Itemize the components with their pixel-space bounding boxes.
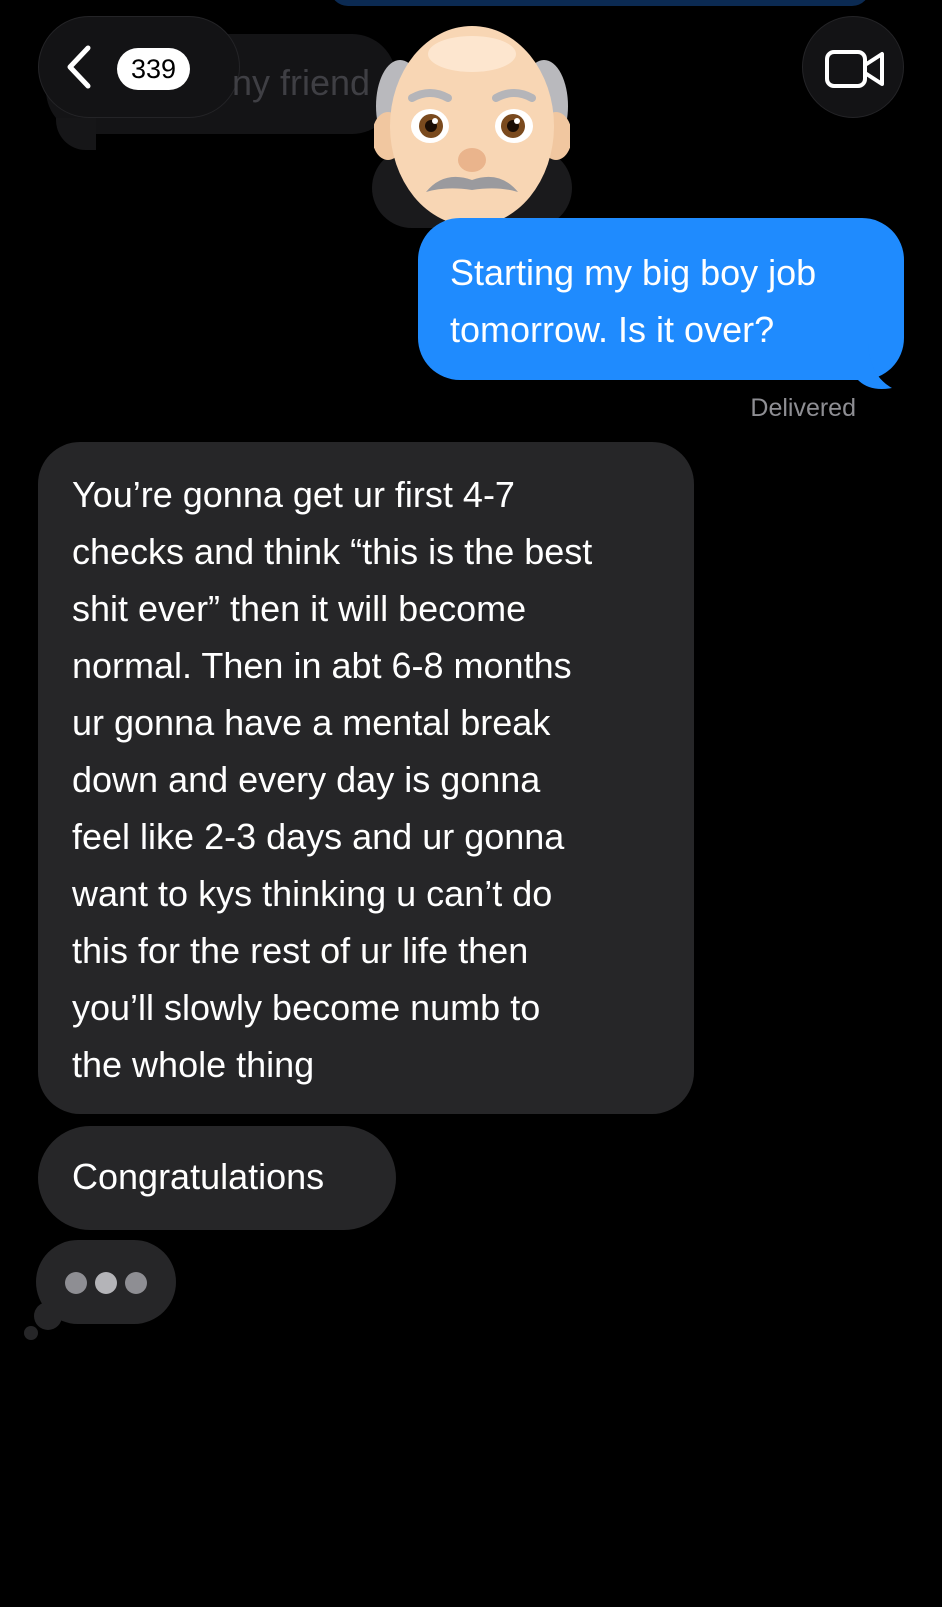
chevron-left-icon (67, 45, 91, 89)
message-line: tomorrow. Is it over? (450, 309, 775, 350)
received-message-bubble[interactable]: Congratulations (38, 1126, 396, 1230)
message-line: Starting my big boy job (450, 252, 817, 293)
video-camera-icon (825, 50, 884, 88)
delivered-status: Delivered (750, 394, 856, 422)
contact-avatar[interactable] (374, 14, 570, 230)
contact-name[interactable]: ny friend (232, 62, 370, 104)
message-line: shit ever” then it will become (72, 588, 527, 629)
sent-bubble-tail (858, 344, 892, 389)
message-line: want to kys thinking u can’t do (72, 873, 553, 914)
sent-message-bubble[interactable]: Starting my big boy job tomorrow. Is it … (418, 218, 904, 380)
message-line: this for the rest of ur life then (72, 930, 529, 971)
message-line: you’ll slowly become numb to (72, 987, 541, 1028)
message-line: the whole thing (72, 1044, 315, 1085)
message-line: feel like 2-3 days and ur gonna (72, 816, 565, 857)
previous-bubble-tail (56, 118, 96, 150)
message-line: normal. Then in abt 6-8 months (72, 645, 572, 686)
typing-bubble-tail (34, 1302, 62, 1330)
message-line: checks and think “this is the best (72, 531, 593, 572)
previous-sent-bubble-fragment (330, 0, 870, 6)
typing-dot (65, 1272, 87, 1294)
typing-dot (125, 1272, 147, 1294)
typing-dot (95, 1272, 117, 1294)
message-line: down and every day is gonna (72, 759, 541, 800)
message-line: You’re gonna get ur first 4-7 (72, 474, 515, 515)
received-message-bubble[interactable]: You’re gonna get ur first 4-7 checks and… (38, 442, 694, 1114)
message-text: Congratulations (72, 1156, 325, 1197)
typing-bubble-tail-small (24, 1326, 38, 1340)
message-line: ur gonna have a mental break (72, 702, 551, 743)
unread-count-badge: 339 (117, 48, 191, 90)
